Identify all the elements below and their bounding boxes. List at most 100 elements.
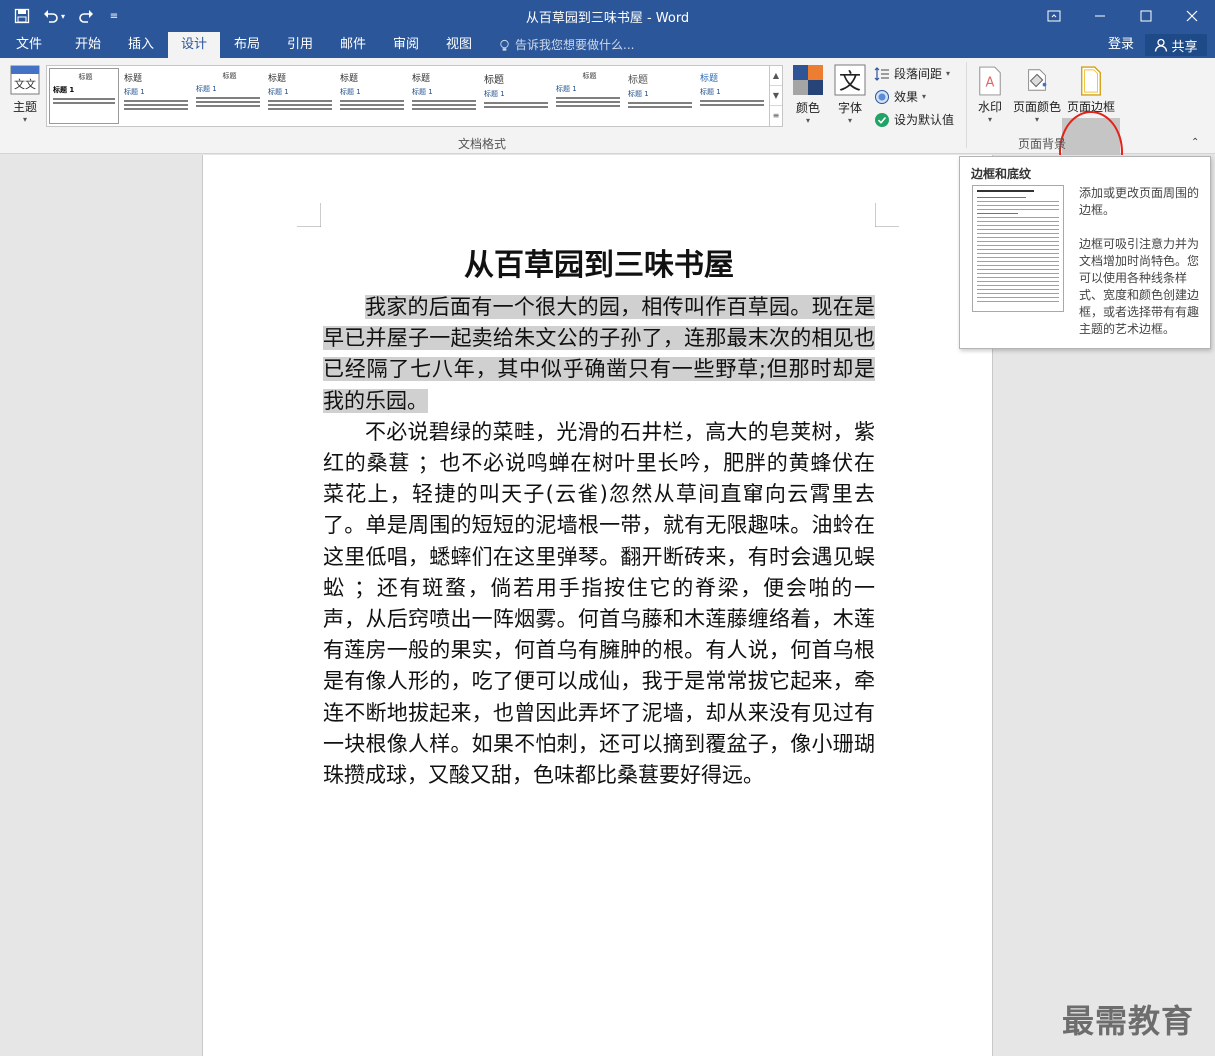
style-preview-lines xyxy=(268,100,332,110)
style-preview-lines xyxy=(196,97,260,107)
gallery-more-icon[interactable]: ≡ xyxy=(770,106,782,126)
watermark-button[interactable]: A 水印 ▾ xyxy=(974,66,1006,124)
style-title: 标题 xyxy=(412,74,431,84)
style-heading: 标题 1 xyxy=(628,90,649,98)
style-heading: 标题 1 xyxy=(484,90,505,98)
document-page[interactable]: 从百草园到三味书屋 我家的后面有一个很大的园，相传叫作百草园。现在是早已并屋子一… xyxy=(202,155,993,1056)
style-set-item[interactable]: 标题 标题 1 xyxy=(121,68,191,124)
style-preview-lines xyxy=(556,97,620,107)
page-color-button[interactable]: 页面颜色 ▾ xyxy=(1010,66,1064,124)
close-button[interactable] xyxy=(1169,0,1215,32)
share-button[interactable]: 共享 xyxy=(1145,34,1207,56)
tab-view[interactable]: 视图 xyxy=(434,32,484,58)
minimize-icon xyxy=(1095,15,1105,17)
gallery-scroll-up-icon[interactable]: ▲ xyxy=(770,66,782,86)
paragraph-2: 不必说碧绿的菜畦，光滑的石井栏，高大的皂荚树，紫红的桑葚 ；也不必说鸣蝉在树叶里… xyxy=(323,419,875,788)
tab-mailings[interactable]: 邮件 xyxy=(328,32,378,58)
style-set-item[interactable]: 标题 标题 1 xyxy=(265,68,335,124)
themes-icon: 文文 xyxy=(10,65,40,95)
effects-icon xyxy=(875,89,889,104)
ribbon-tabs: 文件 开始 插入 设计 布局 引用 邮件 审阅 视图 告诉我您想要做什么... … xyxy=(0,32,1215,58)
checkmark-icon xyxy=(875,112,889,127)
style-heading: 标题 1 xyxy=(53,86,75,94)
themes-button[interactable]: 文文 主题 ▾ xyxy=(6,64,44,124)
colors-button[interactable]: 颜色 ▾ xyxy=(790,64,826,125)
style-set-item[interactable]: 标题 标题 1 xyxy=(553,68,623,124)
svg-text:文文: 文文 xyxy=(14,77,36,91)
chevron-down-icon: ▾ xyxy=(805,116,810,125)
style-heading: 标题 1 xyxy=(268,88,289,96)
maximize-button[interactable] xyxy=(1123,0,1169,32)
style-heading: 标题 1 xyxy=(124,88,145,96)
colors-label: 颜色 xyxy=(795,101,820,115)
gallery-scroll[interactable]: ▲ ▼ ≡ xyxy=(770,65,783,127)
style-preview-lines xyxy=(53,98,115,104)
page-borders-button[interactable]: 页面边框 xyxy=(1063,66,1119,115)
paragraph-1: 我家的后面有一个很大的园，相传叫作百草园。现在是早已并屋子一起卖给朱文公的子孙了… xyxy=(323,292,875,417)
margin-mark-top-right xyxy=(875,203,899,227)
document-title: 从百草园到三味书屋 xyxy=(464,248,734,283)
ribbon-design: 文文 主题 ▾ 标题 标题 1 标题 标题 1 标题 标题 1 标题 标题 1 … xyxy=(0,58,1215,193)
paragraph-spacing-label: 段落间距 xyxy=(894,67,943,81)
chevron-down-icon: ▾ xyxy=(1034,115,1039,124)
colors-icon xyxy=(793,65,823,95)
svg-text:文: 文 xyxy=(839,70,861,95)
style-set-item[interactable]: 标题 标题 1 xyxy=(49,68,119,124)
gallery-scroll-down-icon[interactable]: ▼ xyxy=(770,86,782,106)
title-bar: ▾ ≡ 从百草园到三味书屋 - Word xyxy=(0,0,1215,32)
page-borders-icon xyxy=(1081,66,1101,96)
style-title: 标题 xyxy=(78,73,93,81)
style-preview-lines xyxy=(412,100,476,110)
tell-me-search[interactable]: 告诉我您想要做什么... xyxy=(498,32,634,58)
ribbon-display-icon xyxy=(1047,10,1061,22)
effects-button[interactable]: 效果 ▾ xyxy=(874,88,926,105)
tab-review[interactable]: 审阅 xyxy=(380,32,432,58)
maximize-icon xyxy=(1140,10,1152,22)
svg-text:A: A xyxy=(986,76,995,91)
tell-me-text: 告诉我您想要做什么... xyxy=(515,38,635,52)
style-heading: 标题 1 xyxy=(340,88,361,96)
effects-label: 效果 xyxy=(894,90,919,104)
tab-home[interactable]: 开始 xyxy=(60,32,116,58)
style-heading: 标题 1 xyxy=(412,88,433,96)
watermark-label: 水印 xyxy=(977,100,1002,114)
document-body[interactable]: 我家的后面有一个很大的园，相传叫作百草园。现在是早已并屋子一起卖给朱文公的子孙了… xyxy=(323,292,875,791)
selected-text: 我家的后面有一个很大的园，相传叫作百草园。现在是早已并屋子一起卖给朱文公的子孙了… xyxy=(323,295,875,413)
minimize-button[interactable] xyxy=(1077,0,1123,32)
set-default-button[interactable]: 设为默认值 xyxy=(874,111,954,128)
tab-file[interactable]: 文件 xyxy=(0,32,58,58)
style-heading: 标题 1 xyxy=(556,85,577,93)
paragraph-spacing-icon xyxy=(874,66,889,81)
fonts-button[interactable]: 文 字体 ▾ xyxy=(832,64,868,125)
style-set-item[interactable]: 标题 标题 1 xyxy=(193,68,263,124)
tab-insert[interactable]: 插入 xyxy=(116,32,166,58)
document-format-gallery: 标题 标题 1 标题 标题 1 标题 标题 1 标题 标题 1 标题 标题 1 … xyxy=(46,65,770,127)
tab-design[interactable]: 设计 xyxy=(168,32,220,58)
style-set-item[interactable]: 标题 标题 1 xyxy=(697,68,767,124)
paragraph-spacing-button[interactable]: 段落间距 ▾ xyxy=(874,65,950,82)
set-default-label: 设为默认值 xyxy=(894,113,955,127)
style-set-item[interactable]: 标题 标题 1 xyxy=(409,68,479,124)
tooltip-desc-1: 添加或更改页面周围的边框。 xyxy=(1079,186,1200,217)
style-set-item[interactable]: 标题 标题 1 xyxy=(481,68,551,124)
close-icon xyxy=(1186,10,1198,22)
chevron-down-icon: ▾ xyxy=(946,69,951,78)
collapse-ribbon-icon[interactable]: ⌃ xyxy=(1191,137,1199,148)
style-title: 标题 xyxy=(268,74,287,84)
fonts-label: 字体 xyxy=(837,101,862,115)
style-title: 标题 xyxy=(222,72,237,80)
chevron-down-icon: ▾ xyxy=(922,92,927,101)
tooltip-description: 添加或更改页面周围的边框。 边框可吸引注意力并为文档增加时尚特色。您可以使用各种… xyxy=(1079,185,1205,338)
style-title: 标题 xyxy=(124,74,143,84)
tab-references[interactable]: 引用 xyxy=(274,32,326,58)
login-link[interactable]: 登录 xyxy=(1108,32,1134,58)
style-set-item[interactable]: 标题 标题 1 xyxy=(337,68,407,124)
group-separator xyxy=(966,62,967,148)
tooltip-desc-2: 边框可吸引注意力并为文档增加时尚特色。您可以使用各种线条样式、宽度和颜色创建边框… xyxy=(1079,237,1200,336)
style-set-item[interactable]: 标题 标题 1 xyxy=(625,68,695,124)
person-icon xyxy=(1155,38,1168,52)
style-title: 标题 xyxy=(582,72,597,80)
lightbulb-icon xyxy=(500,39,509,51)
ribbon-display-options-button[interactable] xyxy=(1031,0,1077,32)
tab-layout[interactable]: 布局 xyxy=(222,32,272,58)
